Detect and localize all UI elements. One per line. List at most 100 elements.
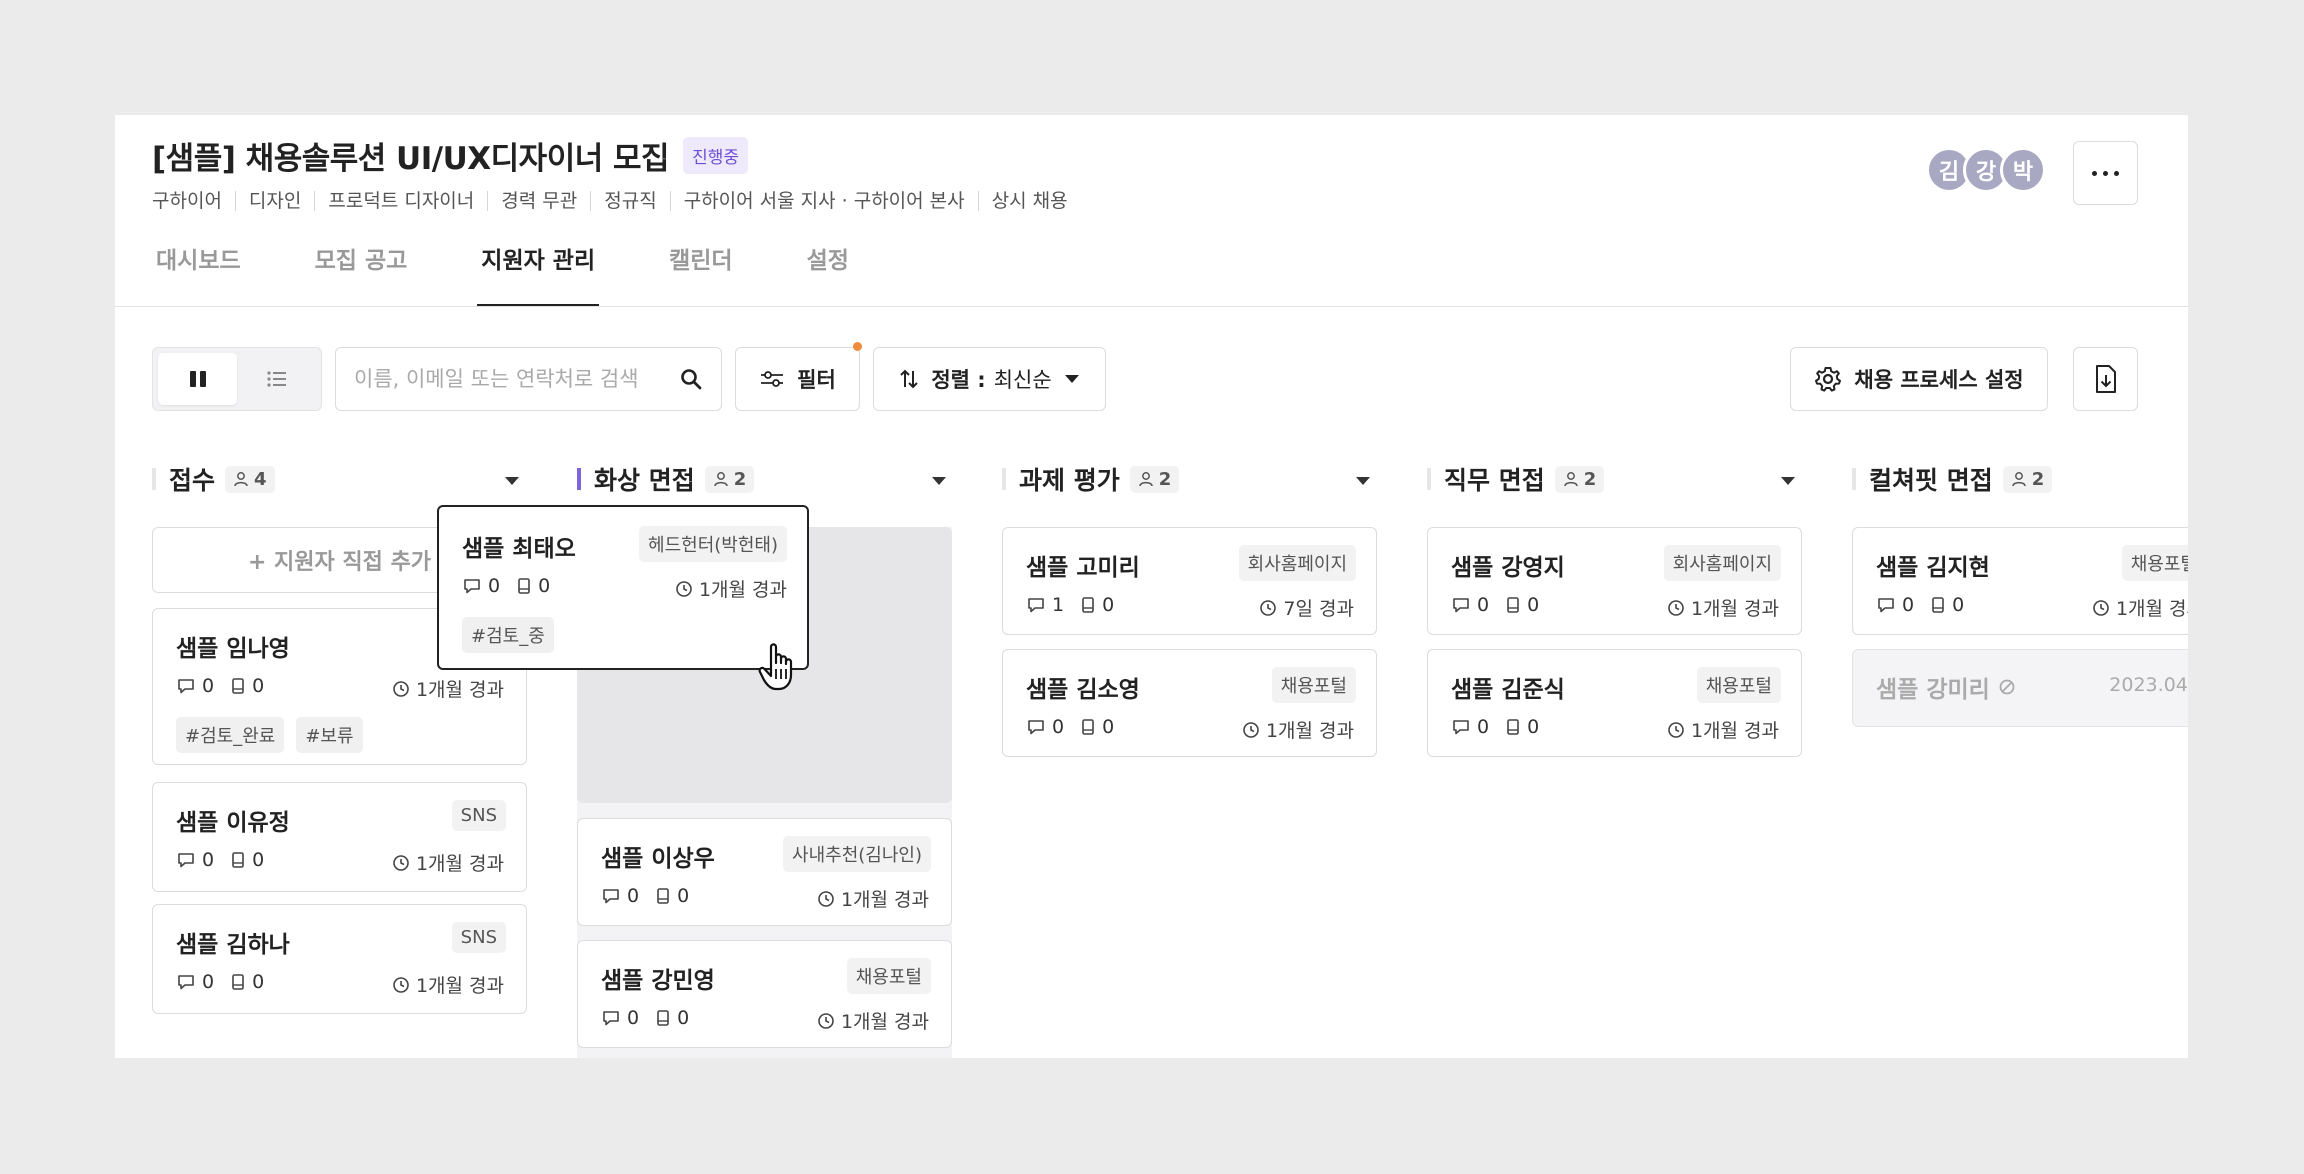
more-options-button[interactable] bbox=[2073, 141, 2138, 205]
elapsed-time: 1개월 경과 bbox=[817, 885, 929, 912]
blocked-icon bbox=[1999, 679, 2015, 695]
sort-label: 정렬 : bbox=[931, 368, 986, 392]
column-header-video-interview: 화상 면접 2 bbox=[577, 461, 755, 497]
column-title: 과제 평가 bbox=[1019, 466, 1120, 495]
process-settings-label: 채용 프로세스 설정 bbox=[1854, 368, 2024, 392]
board-view-button[interactable] bbox=[158, 353, 237, 405]
card-stats: 0 0 bbox=[176, 971, 280, 993]
comment-count: 0 bbox=[176, 675, 214, 697]
elapsed-label: 1개월 경과 bbox=[698, 579, 787, 601]
filter-active-dot bbox=[853, 342, 862, 351]
card-stats: 0 0 bbox=[462, 575, 566, 597]
tab-settings[interactable]: 설정 bbox=[803, 241, 853, 307]
comment-count: 0 bbox=[601, 885, 639, 907]
tab-bar: 대시보드 모집 공고 지원자 관리 캘린더 설정 bbox=[152, 241, 919, 307]
applicant-card[interactable]: 샘플 김소영 채용포털 0 0 1개월 경과 bbox=[1002, 649, 1377, 757]
sort-icon bbox=[900, 369, 919, 389]
elapsed-time: 1개월 경과 bbox=[817, 1007, 929, 1034]
applicant-card[interactable]: 샘플 이상우 사내추천(김나인) 0 0 1개월 경과 bbox=[577, 818, 952, 926]
avatar[interactable]: 박 bbox=[2000, 147, 2046, 193]
file-count: 0 bbox=[1080, 594, 1114, 616]
clock-icon bbox=[393, 854, 409, 871]
file-count-value: 0 bbox=[538, 575, 551, 597]
clock-icon bbox=[2093, 599, 2109, 616]
applicant-card[interactable]: 샘플 김지현 채용포털 0 0 1개월 경과 bbox=[1852, 527, 2188, 635]
comment-icon bbox=[1028, 720, 1044, 735]
file-count: 0 bbox=[516, 575, 550, 597]
source-badge: 회사홈페이지 bbox=[1663, 545, 1781, 581]
tab-job-posting[interactable]: 모집 공고 bbox=[311, 241, 412, 307]
comment-count-value: 0 bbox=[488, 575, 501, 597]
applicant-card[interactable]: 샘플 이유정 SNS 0 0 1개월 경과 bbox=[152, 782, 527, 892]
column-indicator bbox=[577, 468, 581, 490]
applicant-card[interactable]: 샘플 강민영 채용포털 0 0 1개월 경과 bbox=[577, 940, 952, 1048]
elapsed-time: 1개월 경과 bbox=[392, 971, 504, 998]
column-indicator bbox=[1002, 468, 1006, 490]
comment-icon bbox=[1028, 598, 1044, 613]
sort-dropdown[interactable]: 정렬 : 최신순 bbox=[873, 347, 1106, 411]
chevron-down-icon bbox=[1064, 375, 1079, 383]
list-view-button[interactable] bbox=[237, 353, 316, 405]
column-count-badge: 2 bbox=[1554, 465, 1605, 493]
hiring-process-settings-button[interactable]: 채용 프로세스 설정 bbox=[1790, 347, 2048, 411]
document-icon bbox=[1507, 597, 1519, 613]
elapsed-label: 1개월 경과 bbox=[840, 1011, 929, 1033]
filter-icon bbox=[761, 371, 784, 387]
applicant-card-dropped[interactable]: 샘플 강미리 2023.04.1 bbox=[1852, 649, 2188, 727]
meta-employment-type: 정규직 bbox=[590, 191, 669, 211]
document-icon bbox=[657, 1010, 669, 1026]
applicant-card[interactable]: 샘플 고미리 회사홈페이지 1 0 7일 경과 bbox=[1002, 527, 1377, 635]
applicant-card[interactable]: 샘플 김하나 SNS 0 0 1개월 경과 bbox=[152, 904, 527, 1014]
document-icon bbox=[1507, 719, 1519, 735]
column-count: 2 bbox=[1583, 468, 1597, 490]
source-badge: SNS bbox=[451, 800, 506, 831]
column-menu-caret[interactable] bbox=[1781, 477, 1795, 485]
column-indicator bbox=[1852, 468, 1856, 490]
search-icon[interactable] bbox=[679, 367, 703, 391]
source-badge: 회사홈페이지 bbox=[1238, 545, 1356, 581]
file-count: 0 bbox=[1505, 716, 1539, 738]
comment-icon bbox=[178, 853, 194, 868]
file-download-icon bbox=[2095, 365, 2116, 393]
dragging-applicant-card[interactable]: 샘플 최태오 헤드헌터(박헌태) 0 0 1개월 경과 #검토_중 bbox=[437, 505, 809, 670]
tab-calendar[interactable]: 캘린더 bbox=[665, 241, 736, 307]
elapsed-time: 1개월 경과 bbox=[675, 575, 787, 602]
column-menu-caret[interactable] bbox=[932, 477, 946, 485]
file-count: 0 bbox=[230, 849, 264, 871]
elapsed-label: 1개월 경과 bbox=[415, 679, 504, 701]
meta-job: 프로덕트 디자이너 bbox=[314, 191, 487, 211]
applicant-card[interactable]: 샘플 김준식 채용포털 0 0 1개월 경과 bbox=[1427, 649, 1802, 757]
member-avatars[interactable]: 김 강 박 bbox=[1926, 147, 2046, 193]
comment-count: 0 bbox=[1876, 594, 1914, 616]
tab-dashboard[interactable]: 대시보드 bbox=[152, 241, 245, 307]
comment-count: 1 bbox=[1026, 594, 1064, 616]
clock-icon bbox=[818, 1012, 834, 1029]
person-icon bbox=[1563, 472, 1578, 487]
clock-icon bbox=[393, 976, 409, 993]
more-icon bbox=[2092, 170, 2097, 176]
document-icon bbox=[657, 888, 669, 904]
document-icon bbox=[1082, 719, 1094, 735]
card-stats: 0 0 bbox=[1026, 716, 1130, 738]
filter-button[interactable]: 필터 bbox=[735, 342, 862, 411]
applicant-name-text: 샘플 강미리 bbox=[1876, 677, 1990, 703]
elapsed-label: 1개월 경과 bbox=[1265, 720, 1354, 742]
column-menu-caret[interactable] bbox=[1356, 477, 1370, 485]
applied-date: 2023.04.1 bbox=[2109, 674, 2188, 696]
column-count-badge: 2 bbox=[1129, 465, 1180, 493]
tab-applicant-management[interactable]: 지원자 관리 bbox=[477, 241, 599, 307]
search-input[interactable] bbox=[354, 367, 679, 391]
applicant-name: 샘플 임나영 bbox=[176, 636, 290, 662]
source-badge: SNS bbox=[451, 922, 506, 953]
title-row: [샘플] 채용솔루션 UI/UX디자이너 모집 진행중 bbox=[152, 133, 748, 178]
export-button[interactable] bbox=[2073, 347, 2138, 411]
document-icon bbox=[1932, 597, 1944, 613]
applicant-card[interactable]: 샘플 강영지 회사홈페이지 0 0 1개월 경과 bbox=[1427, 527, 1802, 635]
elapsed-label: 1개월 경과 bbox=[840, 889, 929, 911]
file-count-value: 0 bbox=[677, 885, 690, 907]
file-count-value: 0 bbox=[1102, 716, 1115, 738]
comment-icon bbox=[178, 975, 194, 990]
clock-icon bbox=[676, 580, 692, 597]
tag: #검토_완료 bbox=[176, 717, 285, 753]
column-menu-caret[interactable] bbox=[505, 477, 519, 485]
